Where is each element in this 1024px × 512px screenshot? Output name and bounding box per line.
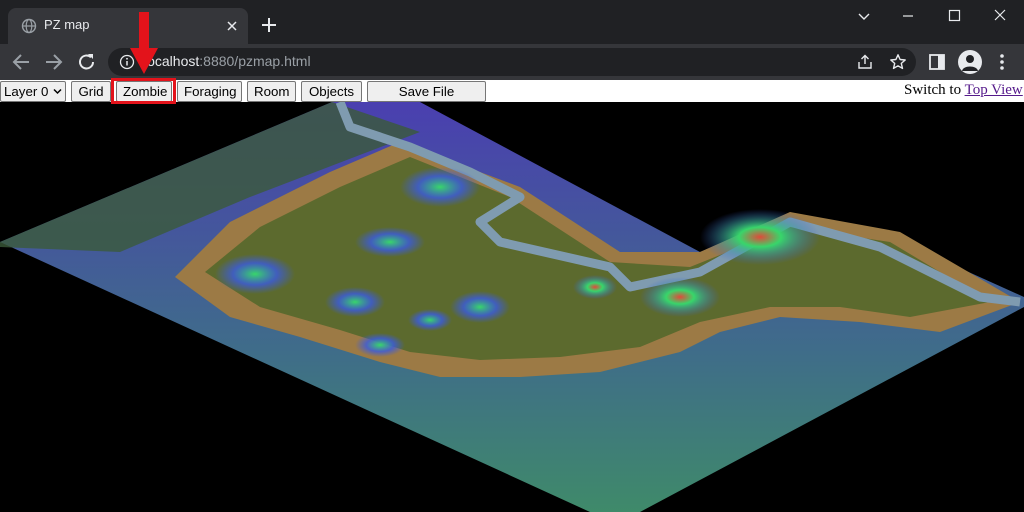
chevron-down-icon: [53, 88, 62, 95]
reload-icon[interactable]: [74, 50, 100, 74]
url-path: :8880/pzmap.html: [199, 53, 311, 69]
heatmap-spot: [573, 275, 617, 299]
switch-view-text: Switch to Top View: [904, 82, 1023, 99]
room-button[interactable]: Room: [247, 81, 296, 102]
back-arrow-icon[interactable]: [9, 50, 35, 74]
chevron-down-icon[interactable]: [842, 4, 886, 30]
close-window-icon[interactable]: [978, 4, 1022, 30]
save-file-trimmer-button[interactable]: Save File Trimmer: [367, 81, 486, 118]
foraging-button[interactable]: Foraging: [177, 81, 242, 102]
heatmap-spot: [700, 209, 820, 265]
globe-icon: [21, 18, 37, 34]
heatmap-spot: [640, 277, 720, 317]
profile-avatar-icon[interactable]: [958, 50, 982, 74]
grid-button[interactable]: Grid: [71, 81, 111, 102]
map-canvas[interactable]: [0, 100, 1024, 512]
minimize-icon[interactable]: [886, 4, 930, 30]
layer-select-value: Layer 0: [4, 84, 49, 99]
heatmap-spot: [325, 287, 385, 317]
kebab-menu-icon[interactable]: [994, 52, 1010, 72]
heatmap-spot: [355, 227, 425, 257]
star-icon[interactable]: [889, 53, 907, 71]
layer-select[interactable]: Layer 0: [0, 81, 66, 102]
forward-arrow-icon[interactable]: [40, 50, 66, 74]
zombie-button-highlight: [111, 78, 176, 104]
heatmap-spot: [400, 167, 480, 207]
objects-button[interactable]: Objects: [301, 81, 362, 102]
share-icon[interactable]: [856, 53, 874, 71]
red-arrow-icon: [130, 12, 158, 74]
heatmap-spot: [215, 254, 295, 294]
url-text: localhost:8880/pzmap.html: [144, 53, 311, 69]
heatmap-spot: [355, 333, 405, 357]
side-panel-icon[interactable]: [927, 52, 947, 72]
heatmap-spot: [408, 309, 452, 331]
maximize-icon[interactable]: [932, 4, 976, 30]
tab-title: PZ map: [44, 17, 90, 32]
switch-to-label: Switch to: [904, 82, 962, 98]
new-tab-icon[interactable]: [260, 16, 278, 34]
isometric-map-svg: [0, 100, 1024, 512]
close-tab-icon[interactable]: [224, 18, 240, 34]
heatmap-spot: [450, 291, 510, 323]
top-view-link[interactable]: Top View: [965, 82, 1023, 98]
address-bar[interactable]: localhost:8880/pzmap.html: [108, 48, 916, 76]
